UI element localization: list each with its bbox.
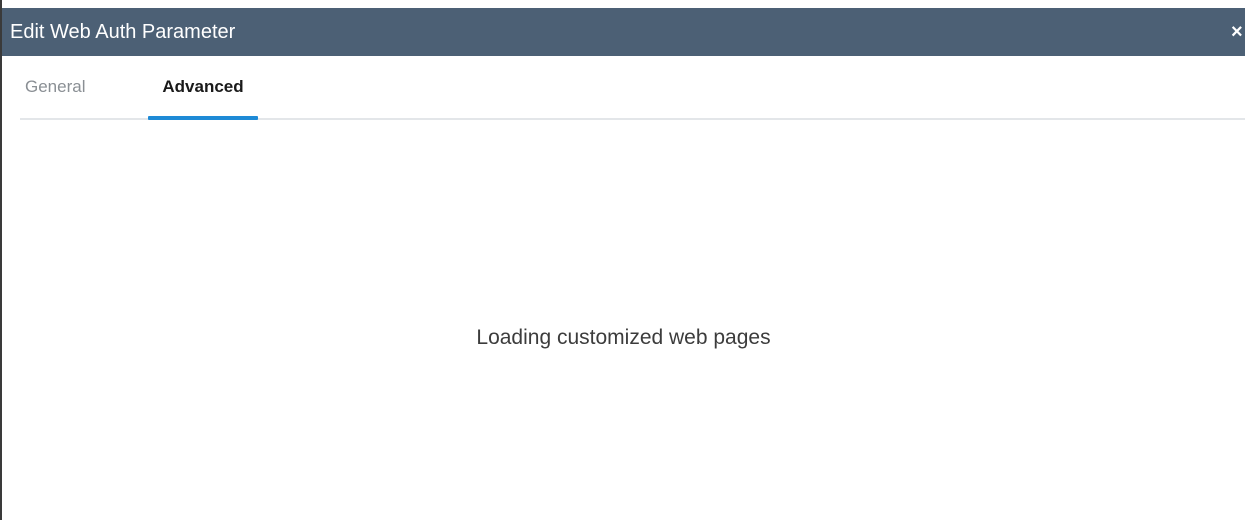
loading-status-text: Loading customized web pages (476, 326, 771, 349)
edit-web-auth-dialog: Edit Web Auth Parameter × General Advanc… (0, 0, 1245, 520)
tab-advanced[interactable]: Advanced (148, 56, 258, 120)
tab-content-panel: Loading customized web pages (2, 120, 1245, 520)
tab-general[interactable]: General (25, 56, 85, 118)
close-icon[interactable]: × (1231, 22, 1245, 42)
dialog-title: Edit Web Auth Parameter (10, 20, 236, 43)
tab-bar: General Advanced (20, 56, 1245, 120)
dialog-titlebar: Edit Web Auth Parameter × (2, 8, 1245, 56)
